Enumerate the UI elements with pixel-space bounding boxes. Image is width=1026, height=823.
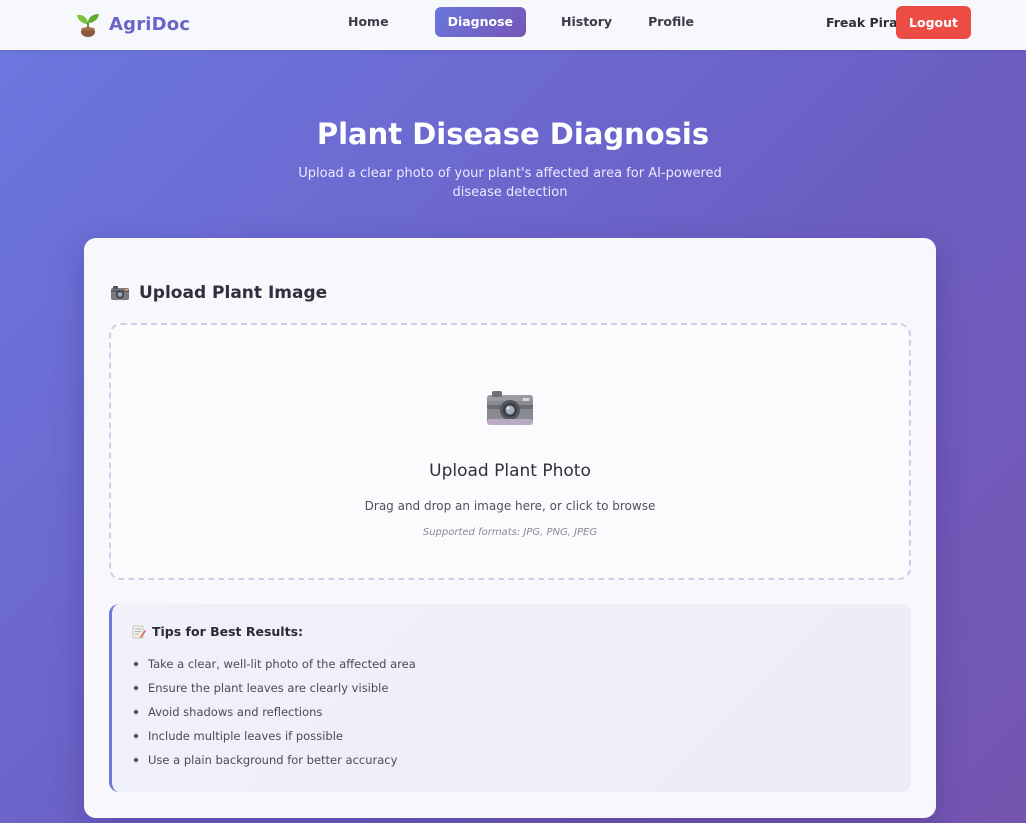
tip-item: Use a plain background for better accura… (132, 752, 416, 776)
dropzone-title: Upload Plant Photo (429, 461, 591, 481)
logout-button[interactable]: Logout (896, 6, 971, 39)
brand-name: AgriDoc (109, 13, 191, 35)
tip-item: Ensure the plant leaves are clearly visi… (132, 680, 416, 704)
navbar: AgriDoc Home Diagnose History Profile Fr… (0, 0, 1026, 50)
tips-title: Tips for Best Results: (152, 624, 304, 639)
tip-item: Include multiple leaves if possible (132, 728, 416, 752)
camera-icon (487, 391, 533, 425)
dropzone-instruction: Drag and drop an image here, or click to… (364, 499, 656, 513)
sprout-logo-icon (77, 14, 99, 37)
nav-links: Home Diagnose History Profile (335, 7, 717, 37)
nav-link-profile[interactable]: Profile (635, 7, 707, 37)
tips-header: Tips for Best Results: (132, 624, 303, 639)
tip-item: Avoid shadows and reflections (132, 704, 416, 728)
tip-item: Take a clear, well-lit photo of the affe… (132, 656, 416, 680)
upload-card-header: Upload Plant Image (110, 283, 327, 303)
page-subtitle: Upload a clear photo of your plant's aff… (298, 166, 722, 200)
nav-link-diagnose[interactable]: Diagnose (434, 7, 527, 37)
dropzone-formats: Supported formats: JPG, PNG, JPEG (422, 527, 598, 538)
nav-link-history[interactable]: History (548, 7, 625, 37)
memo-icon (132, 625, 146, 638)
brand[interactable]: AgriDoc (75, 11, 190, 37)
upload-dropzone[interactable]: Upload Plant Photo Drag and drop an imag… (109, 323, 911, 580)
upload-card: Upload Plant Image Upload Plant Photo Dr… (84, 238, 936, 818)
page-title: Plant Disease Diagnosis (316, 117, 710, 151)
camera-icon (111, 286, 129, 300)
tips-panel: Tips for Best Results: Take a clear, wel… (109, 604, 911, 792)
upload-card-title: Upload Plant Image (139, 283, 328, 303)
nav-link-home[interactable]: Home (335, 7, 402, 37)
tips-list: Take a clear, well-lit photo of the affe… (132, 656, 416, 776)
